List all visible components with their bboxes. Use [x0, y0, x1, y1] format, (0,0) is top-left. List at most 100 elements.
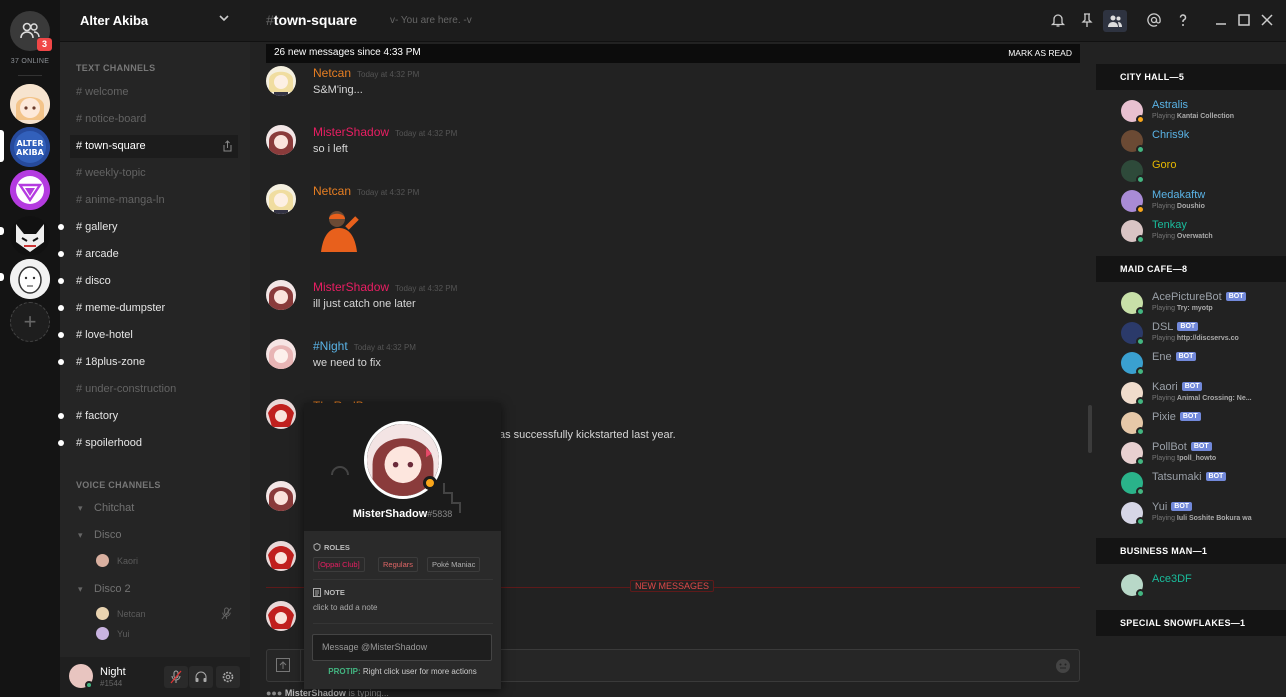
voice-channel-disco[interactable]: ▾ Disco: [78, 529, 122, 541]
avatar[interactable]: [266, 601, 296, 631]
direct-message-input[interactable]: Message @MisterShadow: [312, 634, 492, 661]
channel-label: arcade: [85, 248, 119, 260]
member-activity: Playing Iuli Soshite Bokura wa: [1152, 515, 1252, 522]
note-input[interactable]: click to add a note: [313, 603, 377, 612]
minimize-icon[interactable]: [1213, 12, 1229, 28]
channel-item-gallery[interactable]: # gallery: [58, 216, 238, 239]
voice-user[interactable]: Netcan: [96, 607, 146, 620]
invite-icon[interactable]: [222, 140, 233, 152]
member-group-header: BUSINESS MAN—1: [1096, 538, 1286, 564]
member-list: CITY HALL—5 Astralis Playing Kantai Collec…: [1096, 42, 1286, 697]
member-item[interactable]: AcePictureBot BOT Playing Try: myotp: [1121, 290, 1286, 318]
channel-item-welcome[interactable]: # welcome: [70, 81, 238, 104]
mute-button[interactable]: [164, 666, 188, 688]
mark-as-read-button[interactable]: MARK AS READ: [1008, 48, 1072, 58]
avatar[interactable]: [266, 280, 296, 310]
message-author[interactable]: MisterShadow Today at 4:32 PM: [313, 125, 457, 139]
channel-item-arcade[interactable]: # arcade: [58, 243, 238, 266]
server-icon-3[interactable]: [10, 170, 50, 210]
typing-text: is typing...: [345, 688, 389, 697]
attached-image[interactable]: [313, 202, 365, 252]
member-item[interactable]: Ace3DF: [1121, 572, 1286, 600]
message-author[interactable]: Netcan Today at 4:32 PM: [313, 66, 419, 80]
member-item[interactable]: Ene BOT: [1121, 350, 1286, 378]
channel-item-disco[interactable]: # disco: [58, 270, 238, 293]
message-author[interactable]: Netcan Today at 4:32 PM: [313, 184, 419, 198]
avatar[interactable]: [266, 125, 296, 155]
channel-item-town-square[interactable]: # town-square: [70, 135, 238, 158]
voice-channels-header[interactable]: VOICE CHANNELS: [76, 480, 161, 490]
avatar[interactable]: [266, 66, 296, 96]
member-name: Kaori: [1152, 381, 1178, 393]
member-item[interactable]: DSL BOT Playing http://discservs.co: [1121, 320, 1286, 348]
member-item[interactable]: Astralis Playing Kantai Collection: [1121, 98, 1286, 126]
voice-user[interactable]: Kaori: [96, 554, 138, 567]
channel-item-spoilerhood[interactable]: # spoilerhood: [58, 432, 238, 455]
channel-item-factory[interactable]: # factory: [58, 405, 238, 428]
channel-item-weekly-topic[interactable]: # weekly-topic: [70, 162, 238, 185]
voice-channel-disco-2[interactable]: ▾ Disco 2: [78, 583, 131, 595]
maximize-icon[interactable]: [1236, 12, 1252, 28]
guild-header[interactable]: Alter Akiba: [60, 0, 250, 42]
server-icon-4[interactable]: [10, 216, 50, 256]
bot-badge: BOT: [1225, 292, 1247, 301]
channel-header: #town-square v- You are here. -v: [250, 0, 1286, 42]
member-item[interactable]: Chris9k: [1121, 128, 1286, 156]
user-tag: #1544: [100, 679, 123, 688]
add-server-button[interactable]: +: [10, 302, 50, 342]
popout-header: MisterShadow#5838: [304, 403, 501, 531]
avatar[interactable]: [266, 339, 296, 369]
mention-icon[interactable]: [1146, 12, 1162, 28]
channel-item-anime-manga-ln[interactable]: # anime-manga-ln: [70, 189, 238, 212]
member-item[interactable]: PollBot BOT Playing !poll_howto: [1121, 440, 1286, 468]
voice-channel-chitchat[interactable]: ▾ Chitchat: [78, 502, 134, 514]
avatar[interactable]: [266, 399, 296, 429]
protip: PROTIP: Right click user for more action…: [304, 667, 501, 676]
server-icon-1[interactable]: [10, 84, 50, 124]
rail-divider: [18, 75, 42, 76]
new-messages-bar[interactable]: 26 new messages since 4:33 PM MARK AS RE…: [266, 44, 1080, 63]
hash-icon: #: [76, 248, 83, 260]
channel-item-18plus-zone[interactable]: #18plus-zone: [58, 351, 238, 374]
member-list-toggle[interactable]: [1103, 10, 1127, 32]
voice-user[interactable]: Yui: [96, 627, 130, 640]
emoji-icon[interactable]: [1055, 658, 1071, 674]
server-icon-5[interactable]: [10, 259, 50, 299]
voice-channel-label: Disco: [94, 529, 122, 541]
text-channels-header[interactable]: TEXT CHANNELS: [76, 63, 155, 73]
member-name-line: Ene BOT: [1152, 351, 1197, 363]
status-online-indicator: [1136, 145, 1145, 154]
member-item[interactable]: Goro: [1121, 158, 1286, 186]
message-author[interactable]: #Night Today at 4:32 PM: [313, 339, 416, 353]
bot-badge: BOT: [1181, 382, 1203, 391]
author-name: #Night: [313, 339, 348, 353]
avatar[interactable]: [266, 541, 296, 571]
settings-button[interactable]: [216, 666, 240, 688]
member-item[interactable]: Tenkay Playing Overwatch: [1121, 218, 1286, 246]
close-icon[interactable]: [1259, 12, 1275, 28]
channel-item-meme-dumpster[interactable]: # meme-dumpster: [58, 297, 238, 320]
bell-icon[interactable]: [1050, 12, 1066, 28]
server-icon-alter-akiba[interactable]: ALTER AKIBA: [10, 127, 50, 167]
avatar[interactable]: [266, 184, 296, 214]
scrollbar-thumb[interactable]: [1088, 405, 1092, 453]
member-item[interactable]: Kaori BOT Playing Animal Crossing: Ne...: [1121, 380, 1286, 408]
divider: [313, 623, 493, 624]
channel-title: #town-square: [266, 12, 357, 28]
pin-icon[interactable]: [1079, 12, 1095, 28]
hash-icon: #: [76, 383, 83, 395]
avatar[interactable]: [266, 481, 296, 511]
upload-button[interactable]: [267, 650, 301, 681]
channel-item-notice-board[interactable]: # notice-board: [70, 108, 238, 131]
member-item[interactable]: Pixie BOT: [1121, 410, 1286, 438]
help-icon[interactable]: [1175, 12, 1191, 28]
message-author[interactable]: MisterShadow Today at 4:32 PM: [313, 280, 457, 294]
member-item[interactable]: Yui BOT Playing Iuli Soshite Bokura wa: [1121, 500, 1286, 528]
deafen-button[interactable]: [189, 666, 213, 688]
status-online-indicator: [1136, 367, 1145, 376]
member-item[interactable]: Tatsumaki BOT: [1121, 470, 1286, 498]
channel-item-love-hotel[interactable]: # love-hotel: [58, 324, 238, 347]
member-item[interactable]: Medakaftw Playing Doushio: [1121, 188, 1286, 216]
guild-name: Alter Akiba: [80, 13, 149, 28]
channel-item-under-construction[interactable]: # under-construction: [70, 378, 238, 401]
